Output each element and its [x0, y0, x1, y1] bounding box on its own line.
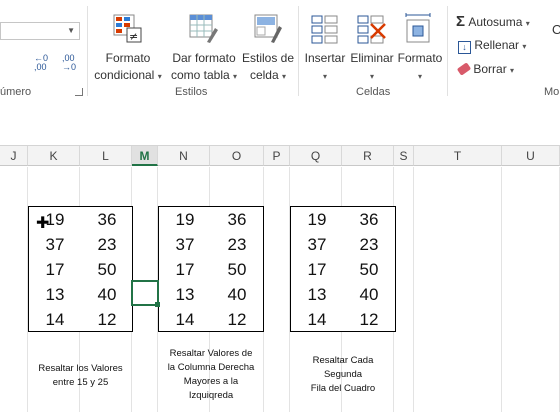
- table-cell[interactable]: 17: [291, 257, 343, 282]
- column-header-r[interactable]: R: [342, 146, 394, 166]
- table-cell[interactable]: 17: [29, 257, 81, 282]
- table-cell[interactable]: 14: [29, 307, 81, 332]
- cell-styles-button[interactable]: Estilos de celda ▾: [242, 50, 294, 85]
- cursor-cross-icon: ✚: [36, 215, 50, 232]
- table-cell[interactable]: 36: [81, 207, 133, 232]
- table-cell[interactable]: 12: [343, 307, 395, 332]
- column-header-l[interactable]: L: [80, 146, 132, 166]
- table-3: 19 36 37 23 17 50 13 40 14 12: [290, 206, 396, 332]
- sigma-icon: Σ: [456, 13, 466, 30]
- table-cell[interactable]: 17: [159, 257, 211, 282]
- number-group-label: úmero: [0, 86, 32, 98]
- table-cell[interactable]: 23: [81, 232, 133, 257]
- format-button[interactable]: Formato ▾: [395, 50, 445, 85]
- clear-button[interactable]: Borrar ▾: [456, 62, 514, 76]
- editing-group-label: Mo: [544, 86, 560, 98]
- table-cell[interactable]: 12: [211, 307, 263, 332]
- svg-text:≠: ≠: [129, 30, 138, 43]
- table-cell[interactable]: 36: [211, 207, 263, 232]
- column-header-s[interactable]: S: [394, 146, 414, 166]
- cells-group-label: Celdas: [356, 86, 391, 98]
- column-header-u[interactable]: U: [502, 146, 560, 166]
- sort-filter-button-partial[interactable]: O: [552, 22, 560, 37]
- table-cell[interactable]: 13: [29, 282, 81, 307]
- table-cell[interactable]: 40: [81, 282, 133, 307]
- table-cell[interactable]: 36: [343, 207, 395, 232]
- table-cell[interactable]: 37: [29, 232, 81, 257]
- delete-button[interactable]: Eliminar ▾: [348, 50, 396, 85]
- fill-down-icon: ↓: [458, 41, 471, 54]
- number-format-dropdown[interactable]: ▼: [0, 22, 80, 40]
- table-cell[interactable]: 37: [291, 232, 343, 257]
- note-2: Resaltar Valores de la Columna Derecha Ma…: [167, 348, 255, 401]
- formula-bar-area: [0, 103, 560, 146]
- delete-cells-icon: [357, 15, 386, 44]
- table-cell[interactable]: 14: [291, 307, 343, 332]
- note-1: Resaltar los Valores entre 15 y 25: [38, 363, 123, 388]
- format-as-table-button[interactable]: Dar formato como tabla ▾: [166, 50, 242, 85]
- decrease-decimal-icon[interactable]: ,00 →0: [62, 54, 76, 72]
- ribbon: ▼ ←0,00 ,00 →0 úmero ≠ Formato condiciona…: [0, 0, 560, 104]
- cell-styles-icon: [254, 14, 282, 43]
- table-cell[interactable]: 14: [159, 307, 211, 332]
- table-cell[interactable]: 19: [159, 207, 211, 232]
- styles-group-label: Estilos: [175, 86, 208, 98]
- column-header-o[interactable]: O: [210, 146, 264, 166]
- table-cell[interactable]: 23: [211, 232, 263, 257]
- column-header-p[interactable]: P: [264, 146, 290, 166]
- increase-decimal-icon[interactable]: ←0,00: [34, 54, 48, 72]
- column-header-j[interactable]: J: [0, 146, 28, 166]
- column-header-t[interactable]: T: [414, 146, 502, 166]
- gridline: [413, 167, 414, 412]
- column-header-q[interactable]: Q: [290, 146, 342, 166]
- column-header-m[interactable]: M: [132, 146, 158, 166]
- table-cell[interactable]: 50: [343, 257, 395, 282]
- format-as-table-icon: [189, 14, 218, 43]
- insert-cells-icon: [311, 15, 338, 44]
- note-3: Resaltar Cada Segunda Fila del Cuadro: [310, 355, 376, 394]
- fill-handle[interactable]: [155, 302, 160, 307]
- column-header-n[interactable]: N: [158, 146, 210, 166]
- column-header-k[interactable]: K: [28, 146, 80, 166]
- table-cell[interactable]: 40: [343, 282, 395, 307]
- format-cells-icon: [405, 13, 431, 43]
- autosum-button[interactable]: Σ Autosuma ▾: [456, 13, 530, 30]
- table-cell[interactable]: 13: [291, 282, 343, 307]
- dialog-launcher-icon[interactable]: [75, 88, 83, 96]
- table-cell[interactable]: 37: [159, 232, 211, 257]
- eraser-icon: [456, 62, 472, 76]
- conditional-format-icon: ≠: [113, 14, 142, 43]
- fill-button[interactable]: ↓ Rellenar ▾: [458, 38, 526, 54]
- table-cell[interactable]: 23: [343, 232, 395, 257]
- table-cell[interactable]: 50: [211, 257, 263, 282]
- table-cell[interactable]: 12: [81, 307, 133, 332]
- table-cell[interactable]: 40: [211, 282, 263, 307]
- table-cell[interactable]: 19: [291, 207, 343, 232]
- gridline: [501, 167, 502, 412]
- insert-button[interactable]: Insertar ▾: [302, 50, 348, 85]
- table-cell[interactable]: 50: [81, 257, 133, 282]
- table-cell[interactable]: 13: [159, 282, 211, 307]
- table-2: 19 36 37 23 17 50 13 40 14 12: [158, 206, 264, 332]
- conditional-format-button[interactable]: Formato condicional ▾: [94, 50, 162, 85]
